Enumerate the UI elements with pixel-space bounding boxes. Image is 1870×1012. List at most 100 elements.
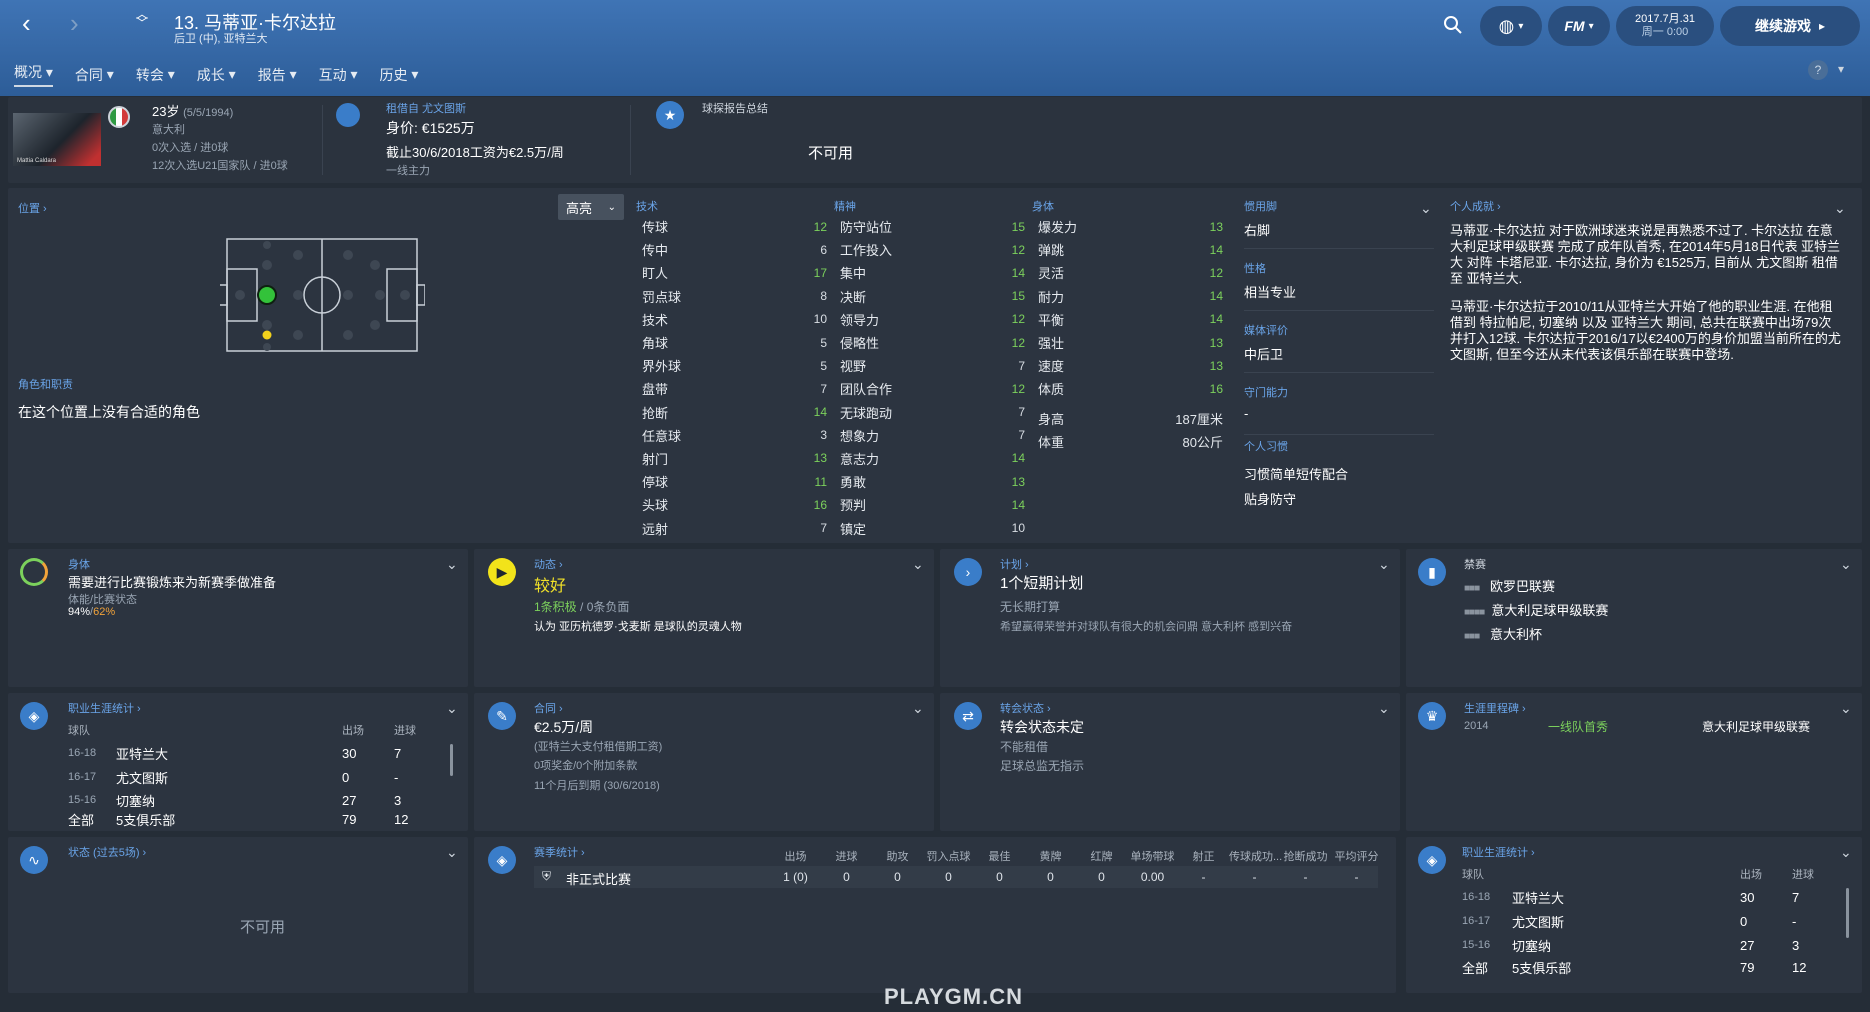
fm-menu-button[interactable]: FM ▾: [1548, 6, 1610, 46]
tab-contract[interactable]: 合同 ▾: [75, 62, 114, 87]
attribute-row[interactable]: 头球 16: [642, 493, 827, 516]
attribute-row[interactable]: 盯人 17: [642, 261, 827, 284]
attribute-row[interactable]: 耐力 14: [1038, 285, 1223, 308]
attribute-row[interactable]: 技术 10: [642, 308, 827, 331]
attribute-row[interactable]: 灵活 12: [1038, 261, 1223, 284]
attribute-row[interactable]: 侵略性 12: [840, 331, 1025, 354]
tab-history[interactable]: 历史 ▾: [380, 62, 419, 87]
season-header[interactable]: 平均评分: [1331, 848, 1382, 864]
back-button[interactable]: ‹: [22, 8, 31, 39]
tab-transfer[interactable]: 转会 ▾: [136, 62, 175, 87]
attribute-row[interactable]: 角球 5: [642, 331, 827, 354]
chevron-down-icon[interactable]: ⌄: [912, 556, 924, 573]
chevron-down-icon[interactable]: ⌄: [1834, 200, 1846, 217]
contract-label[interactable]: 合同 ›: [534, 700, 563, 716]
search-icon[interactable]: [1442, 14, 1464, 36]
attribute-row[interactable]: 领导力 12: [840, 308, 1025, 331]
attribute-value: 10: [813, 312, 827, 327]
season-value: 0: [894, 870, 901, 884]
chevron-down-icon[interactable]: ⌄: [1378, 700, 1390, 717]
attribute-row[interactable]: 工作投入 12: [840, 238, 1025, 261]
attribute-row[interactable]: 罚点球 8: [642, 285, 827, 308]
chevron-down-icon[interactable]: ⌄: [1840, 556, 1852, 573]
plans-label[interactable]: 计划 ›: [1000, 556, 1029, 572]
attribute-row[interactable]: 体质 16: [1038, 377, 1223, 400]
chevron-down-icon[interactable]: ▾: [1838, 62, 1844, 76]
career-label-2[interactable]: 职业生涯统计 ›: [1462, 844, 1535, 860]
attribute-row[interactable]: 停球 11: [642, 470, 827, 493]
loan-title[interactable]: 租借自 尤文图斯: [386, 100, 466, 116]
attribute-row[interactable]: 射门 13: [642, 447, 827, 470]
attribute-row[interactable]: 无球跑动 7: [840, 401, 1025, 424]
attribute-row[interactable]: 团队合作 12: [840, 377, 1025, 400]
season-value: 0: [1098, 870, 1105, 884]
attribute-row[interactable]: 想象力 7: [840, 424, 1025, 447]
chevron-down-icon[interactable]: ⌄: [446, 844, 458, 861]
continue-button[interactable]: 继续游戏 ▸: [1720, 6, 1860, 46]
attribute-row[interactable]: 速度 13: [1038, 354, 1223, 377]
chevron-down-icon[interactable]: ⌄: [446, 700, 458, 717]
transfer-label[interactable]: 转会状态 ›: [1000, 700, 1051, 716]
attribute-row[interactable]: 弹跳 14: [1038, 238, 1223, 261]
globe-menu-button[interactable]: ◍ ▾: [1480, 6, 1542, 46]
chevron-down-icon[interactable]: ⌄: [446, 556, 458, 573]
career-label[interactable]: 职业生涯统计 ›: [68, 700, 141, 716]
season-header[interactable]: 抢断成功: [1280, 848, 1331, 864]
attribute-row[interactable]: 意志力 14: [840, 447, 1025, 470]
attribute-row[interactable]: 任意球 3: [642, 424, 827, 447]
attribute-row[interactable]: 抢断 14: [642, 401, 827, 424]
highlight-dropdown[interactable]: 高亮 ⌄: [558, 194, 624, 220]
attribute-row[interactable]: 界外球 5: [642, 354, 827, 377]
attribute-row[interactable]: 预判 14: [840, 493, 1025, 516]
season-header[interactable]: 出场: [770, 848, 821, 864]
bio-label[interactable]: 个人成就 ›: [1450, 198, 1501, 214]
tab-interaction[interactable]: 互动 ▾: [319, 62, 358, 87]
season-header[interactable]: 最佳: [974, 848, 1025, 864]
attribute-value: 12: [1011, 312, 1025, 327]
attribute-row[interactable]: 盘带 7: [642, 377, 827, 400]
form-label[interactable]: 状态 (过去5场) ›: [68, 844, 146, 860]
milestones-label[interactable]: 生涯里程碑 ›: [1464, 700, 1526, 716]
attribute-row[interactable]: 平衡 14: [1038, 308, 1223, 331]
attribute-row[interactable]: 强壮 13: [1038, 331, 1223, 354]
player-switch-icon[interactable]: ︿ ﹀: [136, 8, 148, 29]
chevron-down-icon[interactable]: ⌄: [1840, 844, 1852, 861]
attribute-row[interactable]: 传中 6: [642, 238, 827, 261]
season-header[interactable]: 黄牌: [1025, 848, 1076, 864]
attribute-row[interactable]: 决断 15: [840, 285, 1025, 308]
season-header[interactable]: 助攻: [872, 848, 923, 864]
tab-overview[interactable]: 概况 ▾: [14, 62, 53, 87]
position-label[interactable]: 位置 ›: [18, 200, 47, 216]
primary-position-marker: [257, 285, 277, 305]
season-header[interactable]: 射正: [1178, 848, 1229, 864]
attribute-row[interactable]: 传球 12: [642, 215, 827, 238]
chevron-down-icon[interactable]: ⌄: [1840, 700, 1852, 717]
season-label[interactable]: 赛季统计 ›: [534, 844, 585, 860]
tab-reports[interactable]: 报告 ▾: [258, 62, 297, 87]
player-caps: 0次入选 / 进0球: [152, 142, 229, 154]
attribute-row[interactable]: 爆发力 13: [1038, 215, 1223, 238]
season-header[interactable]: 进球: [821, 848, 872, 864]
morale-counts: 1条积极 / 0条负面: [534, 600, 630, 614]
help-icon[interactable]: ?: [1808, 60, 1828, 80]
attribute-row[interactable]: 镇定 10: [840, 516, 1025, 539]
date-display[interactable]: 2017.7月.31 周一 0:00: [1616, 6, 1714, 46]
season-header[interactable]: 单场带球: [1127, 848, 1178, 864]
season-header[interactable]: 红牌: [1076, 848, 1127, 864]
attribute-row[interactable]: 集中 14: [840, 261, 1025, 284]
attribute-row[interactable]: 防守站位 15: [840, 215, 1025, 238]
morale-label[interactable]: 动态 ›: [534, 556, 563, 572]
tab-development[interactable]: 成长 ▾: [197, 62, 236, 87]
chevron-down-icon[interactable]: ⌄: [1378, 556, 1390, 573]
season-header[interactable]: 传球成功...: [1229, 848, 1282, 864]
forward-button[interactable]: ›: [70, 8, 79, 39]
chevron-down-icon[interactable]: ⌄: [912, 700, 924, 717]
scrollbar[interactable]: [1846, 888, 1849, 938]
scrollbar[interactable]: [450, 744, 453, 776]
season-header[interactable]: 罚入点球: [923, 848, 974, 864]
attribute-row[interactable]: 勇敢 13: [840, 470, 1025, 493]
attribute-row[interactable]: 远射 7: [642, 516, 827, 539]
attribute-name: 团队合作: [840, 382, 893, 398]
attribute-row[interactable]: 视野 7: [840, 354, 1025, 377]
chevron-down-icon[interactable]: ⌄: [1420, 200, 1432, 217]
